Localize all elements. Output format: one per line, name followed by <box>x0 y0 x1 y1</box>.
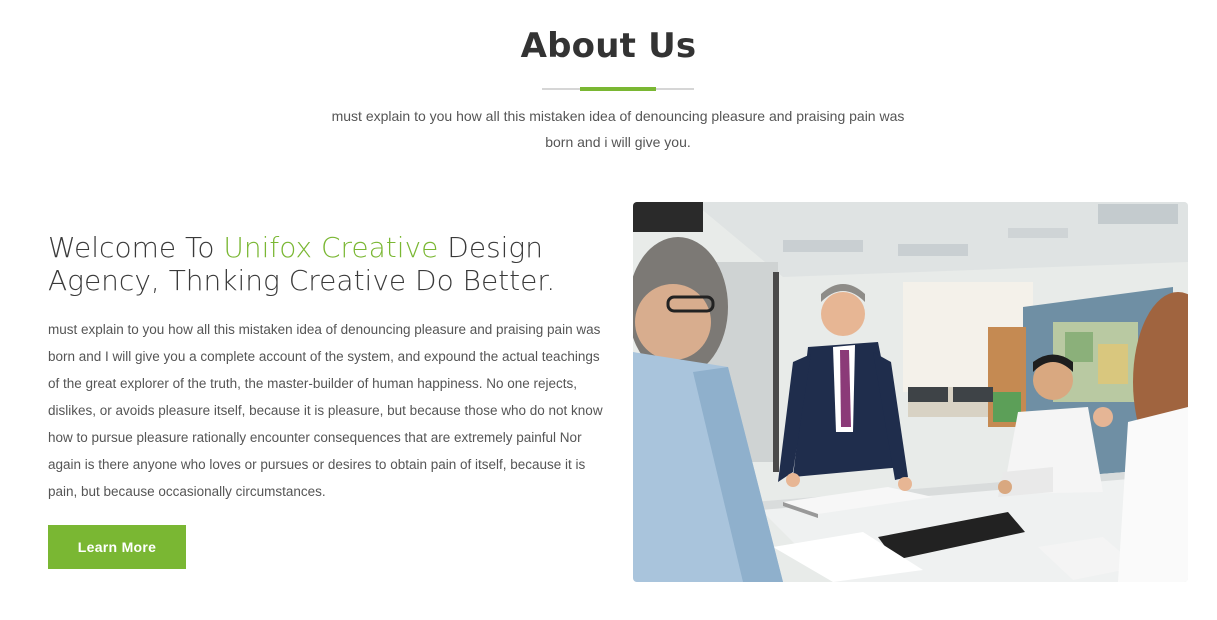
learn-more-button[interactable]: Learn More <box>48 525 186 569</box>
welcome-heading: Welcome To Unifox Creative Design Agency… <box>48 231 608 297</box>
welcome-heading-pre: Welcome To <box>48 231 224 264</box>
section-subtitle: must explain to you how all this mistake… <box>331 108 905 150</box>
title-divider-accent <box>580 87 656 91</box>
welcome-body-text: must explain to you how all this mistake… <box>48 322 603 499</box>
section-title: About Us <box>520 26 697 66</box>
welcome-heading-brand: Unifox Creative <box>223 231 439 264</box>
office-meeting-photo <box>633 202 1188 582</box>
